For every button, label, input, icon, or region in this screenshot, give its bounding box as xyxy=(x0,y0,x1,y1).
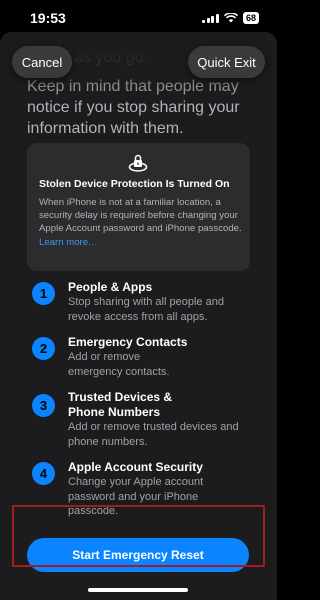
intro-text: Keep in mind that people may notice if y… xyxy=(27,78,240,137)
step-title: Apple Account Security xyxy=(68,460,203,474)
step-title: Trusted Devices & Phone Numbers xyxy=(68,390,173,419)
status-time: 19:53 xyxy=(30,10,66,26)
cellular-signal-icon xyxy=(202,13,219,23)
step-description: Stop sharing with all people and revoke … xyxy=(68,296,224,323)
scrolled-text-line-1: Any changes you make will be xyxy=(27,32,243,45)
step-number-3: 3 xyxy=(32,394,55,417)
step-number-4: 4 xyxy=(32,462,55,485)
battery-indicator: 68 xyxy=(242,12,259,24)
cancel-button[interactable]: Cancel xyxy=(12,46,72,78)
wifi-icon xyxy=(223,13,238,23)
card-body: When iPhone is not at a familiar locatio… xyxy=(39,196,242,249)
lock-shield-icon xyxy=(128,154,148,172)
step-description: Add or remove trusted devices and phone … xyxy=(68,421,239,448)
status-bar: 19:53 68 xyxy=(0,0,277,36)
step-people-apps: 1 People & Apps Stop sharing with all pe… xyxy=(32,280,242,324)
step-number-2: 2 xyxy=(32,337,55,360)
step-title: People & Apps xyxy=(68,280,153,294)
step-description: Add or remove emergency contacts. xyxy=(68,351,170,378)
step-number-1: 1 xyxy=(32,282,55,305)
stolen-device-protection-card: Stolen Device Protection Is Turned On Wh… xyxy=(27,143,250,271)
home-indicator xyxy=(88,588,188,592)
step-emergency-contacts: 2 Emergency Contacts Add or remove emerg… xyxy=(32,335,242,379)
status-icons: 68 xyxy=(202,12,259,24)
step-trusted-devices: 3 Trusted Devices & Phone Numbers Add or… xyxy=(32,390,242,450)
card-body-text: When iPhone is not at a familiar locatio… xyxy=(39,197,242,235)
highlight-box xyxy=(12,505,265,567)
quick-exit-button[interactable]: Quick Exit xyxy=(188,46,265,78)
card-title: Stolen Device Protection Is Turned On xyxy=(39,178,230,190)
learn-more-link[interactable]: Learn more… xyxy=(39,237,98,248)
step-title: Emergency Contacts xyxy=(68,335,188,349)
